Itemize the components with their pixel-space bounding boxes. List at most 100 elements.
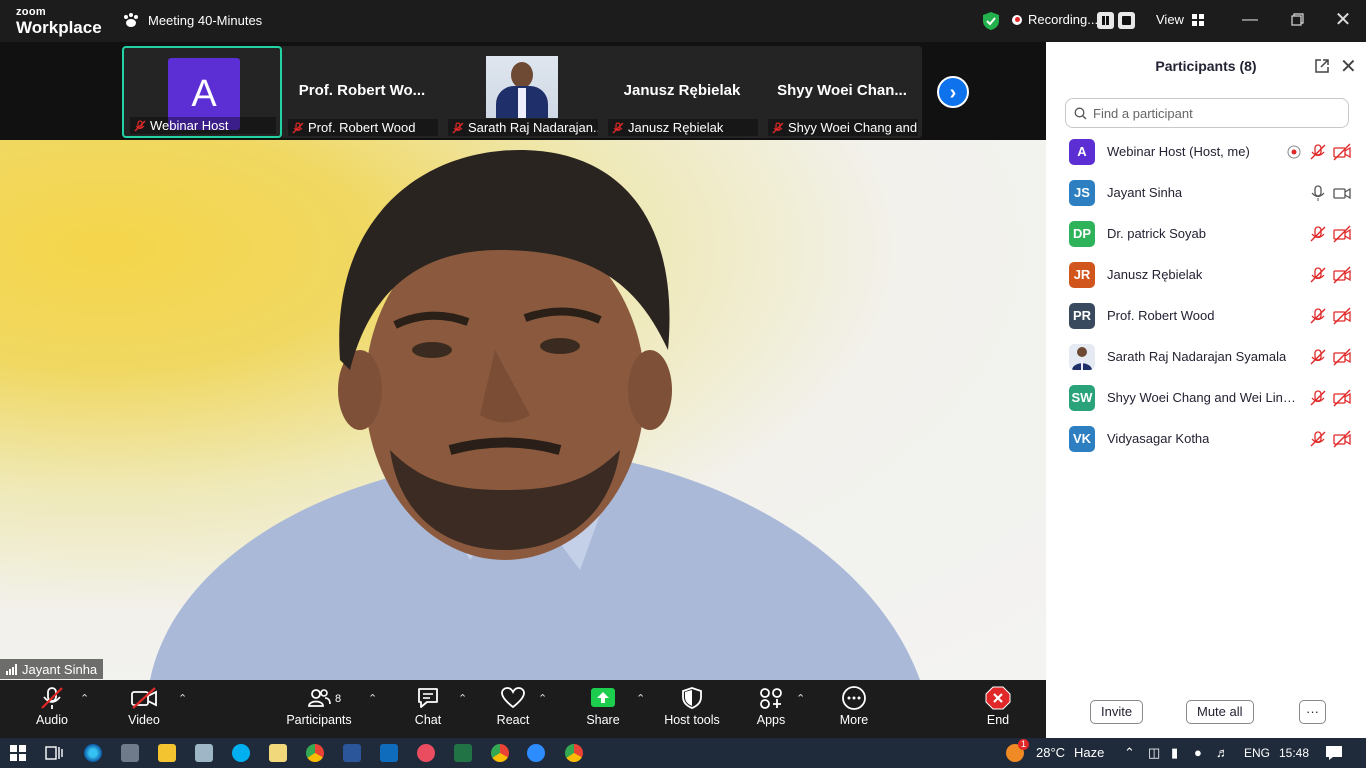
notification-badge: 1 — [1018, 739, 1029, 750]
file-explorer-icon[interactable] — [158, 744, 176, 762]
chrome-icon[interactable] — [491, 744, 509, 762]
muted-mic-icon[interactable] — [1309, 307, 1327, 325]
zoom-app-icon[interactable] — [527, 744, 545, 762]
meeting-info[interactable]: Meeting 40-Minutes — [122, 12, 262, 28]
thumbnail-janusz[interactable]: Janusz Rębielak Janusz Rębielak — [602, 46, 762, 138]
calculator-icon[interactable] — [121, 744, 139, 762]
end-button[interactable]: End — [963, 686, 1033, 727]
video-off-icon[interactable] — [1333, 389, 1351, 407]
muted-mic-icon[interactable] — [1309, 389, 1327, 407]
app-icon[interactable] — [417, 744, 435, 762]
thumbnail-shyy-woei[interactable]: Shyy Woei Chan... Shyy Woei Chang and... — [762, 46, 922, 138]
task-view-icon[interactable] — [45, 745, 63, 761]
muted-mic-icon[interactable] — [1309, 225, 1327, 243]
thumbnail-name: Shyy Woei Chang and... — [768, 119, 918, 136]
active-speaker-video[interactable]: Jayant Sinha — [0, 140, 1046, 680]
word-icon[interactable] — [343, 744, 361, 762]
notes-icon[interactable] — [269, 744, 287, 762]
list-item[interactable]: PR Prof. Robert Wood — [1046, 296, 1366, 337]
network-icon[interactable]: ◫ — [1148, 745, 1160, 761]
more-button[interactable]: More — [819, 686, 889, 727]
close-panel-icon[interactable]: ✕ — [1340, 54, 1357, 79]
list-item[interactable]: JS Jayant Sinha — [1046, 173, 1366, 214]
close-window-button[interactable]: ✕ — [1331, 9, 1355, 31]
mute-all-button[interactable]: Mute all — [1186, 700, 1254, 724]
restore-button[interactable] — [1285, 9, 1309, 31]
muted-mic-icon[interactable] — [1309, 266, 1327, 284]
thumbnail-label: Sarath Raj Nadarajan... — [468, 120, 598, 135]
chat-options-caret[interactable]: ⌃ — [458, 692, 467, 705]
participant-list: A Webinar Host (Host, me) JS Jayant Sinh… — [1046, 132, 1366, 460]
excel-icon[interactable] — [454, 744, 472, 762]
recording-status: Recording... — [1012, 12, 1098, 27]
participants-button[interactable]: Participants — [284, 686, 354, 727]
search-icon — [1074, 107, 1087, 119]
invite-button[interactable]: Invite — [1090, 700, 1144, 724]
audio-options-caret[interactable]: ⌃ — [80, 692, 89, 705]
video-off-icon[interactable] — [1333, 266, 1351, 284]
notifications-icon[interactable] — [1325, 745, 1343, 761]
apps-options-caret[interactable]: ⌃ — [796, 692, 805, 705]
clock[interactable]: 15:48 — [1279, 746, 1309, 760]
popout-icon[interactable] — [1314, 58, 1330, 74]
list-item[interactable]: SW Shyy Woei Chang and Wei Ling ... — [1046, 378, 1366, 419]
search-input[interactable] — [1093, 105, 1333, 121]
participant-search[interactable] — [1065, 98, 1349, 128]
video-off-icon[interactable] — [1333, 348, 1351, 366]
windows-taskbar: 1 28°C Haze ⌃ ◫ ▮ ● ♬ ENG 15:48 — [0, 738, 1366, 768]
chat-button[interactable]: Chat — [393, 686, 463, 727]
more-options-button[interactable]: ··· — [1299, 700, 1326, 724]
battery-icon[interactable]: ▮ — [1171, 745, 1178, 761]
volume-icon[interactable]: ♬ — [1216, 745, 1229, 760]
speaker-name-tag: Jayant Sinha — [0, 659, 104, 679]
list-item[interactable]: A Webinar Host (Host, me) — [1046, 132, 1366, 173]
audio-label: Audio — [36, 713, 68, 727]
next-page-button[interactable]: › — [937, 76, 969, 108]
avatar: DP — [1069, 221, 1095, 247]
photos-icon[interactable] — [195, 744, 213, 762]
chrome-icon[interactable] — [565, 744, 583, 762]
video-options-caret[interactable]: ⌃ — [178, 692, 187, 705]
video-off-icon[interactable] — [1333, 225, 1351, 243]
view-button[interactable]: View — [1156, 12, 1204, 27]
share-options-caret[interactable]: ⌃ — [636, 692, 645, 705]
microphone-icon[interactable]: ● — [1194, 745, 1202, 760]
react-options-caret[interactable]: ⌃ — [538, 692, 547, 705]
windows-start-icon[interactable] — [10, 745, 26, 761]
video-off-icon[interactable] — [1333, 143, 1351, 161]
audio-button[interactable]: Audio — [17, 686, 87, 727]
muted-mic-icon[interactable] — [1309, 430, 1327, 448]
mic-icon[interactable] — [1309, 184, 1327, 202]
list-item[interactable]: DP Dr. patrick Soyab — [1046, 214, 1366, 255]
list-item[interactable]: VK Vidyasagar Kotha — [1046, 419, 1366, 460]
video-off-icon[interactable] — [1333, 307, 1351, 325]
list-item[interactable]: Sarath Raj Nadarajan Syamala — [1046, 337, 1366, 378]
thumbnail-webinar-host[interactable]: A Webinar Host — [122, 46, 282, 138]
muted-mic-icon — [612, 121, 624, 133]
muted-mic-icon[interactable] — [1309, 348, 1327, 366]
language-indicator[interactable]: ENG — [1244, 746, 1270, 760]
video-off-icon[interactable] — [1333, 430, 1351, 448]
chrome-icon[interactable] — [306, 744, 324, 762]
thumbnail-sarath-raj[interactable]: Sarath Raj Nadarajan... — [442, 46, 602, 138]
list-item[interactable]: JR Janusz Rębielak — [1046, 255, 1366, 296]
minimize-button[interactable]: — — [1238, 9, 1262, 31]
zoom-logo: zoom Workplace — [16, 7, 102, 37]
video-label: Video — [128, 713, 160, 727]
video-icon[interactable] — [1333, 184, 1351, 202]
outlook-icon[interactable] — [380, 744, 398, 762]
muted-mic-icon[interactable] — [1309, 143, 1327, 161]
stop-recording-button[interactable] — [1118, 12, 1135, 29]
edge-icon[interactable] — [84, 744, 102, 762]
video-off-icon — [131, 687, 157, 709]
chevron-up-icon[interactable]: ⌃ — [1124, 745, 1135, 761]
host-tools-button[interactable]: Host tools — [657, 686, 727, 727]
thumbnail-display-name: Shyy Woei Chan... — [777, 82, 907, 99]
share-button[interactable]: Share — [568, 686, 638, 727]
video-button[interactable]: Video — [109, 686, 179, 727]
thumbnail-robert-wood[interactable]: Prof. Robert Wo... Prof. Robert Wood — [282, 46, 442, 138]
pause-recording-button[interactable] — [1097, 12, 1114, 29]
skype-icon[interactable] — [232, 744, 250, 762]
shield-check-icon[interactable] — [982, 11, 1000, 31]
participants-options-caret[interactable]: ⌃ — [368, 692, 377, 705]
